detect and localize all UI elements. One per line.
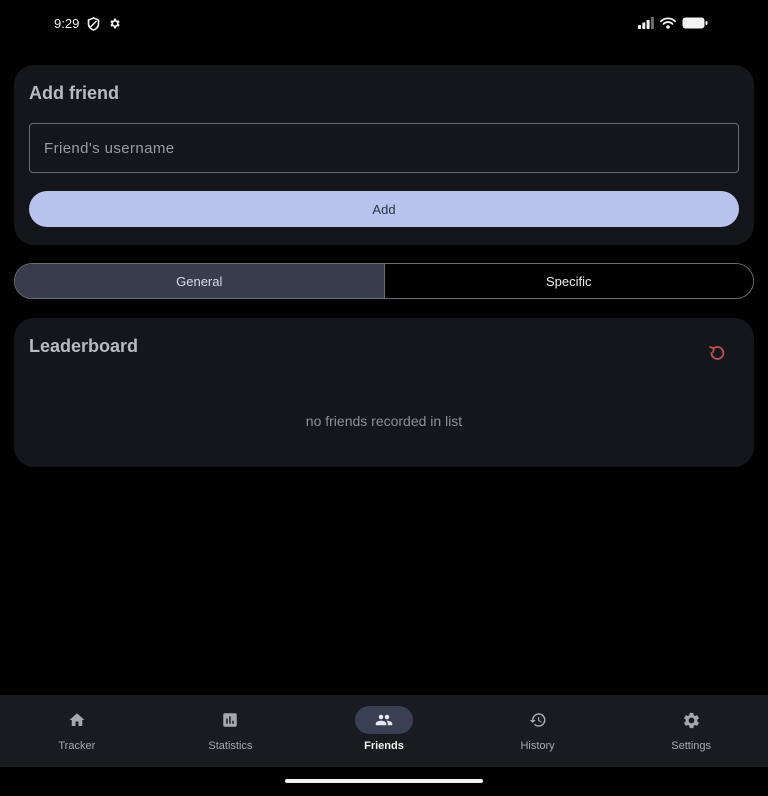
nav-label-history: History — [520, 740, 555, 752]
leaderboard-empty-message: no friends recorded in list — [305, 413, 463, 429]
segment-general[interactable]: General — [15, 264, 385, 298]
status-left: 9:29 — [54, 16, 121, 31]
nav-item-tracker[interactable]: Tracker — [0, 695, 154, 767]
bar-chart-icon — [201, 706, 259, 734]
people-icon — [354, 706, 413, 734]
add-friend-card: Add friend Add — [14, 65, 754, 245]
leaderboard-scope-toggle: General Specific — [14, 263, 754, 299]
friends-screen: 9:29 Add friend Friend's username Add Ge… — [0, 0, 768, 796]
status-time: 9:29 — [54, 16, 80, 31]
nav-item-friends[interactable]: Friends — [307, 695, 461, 767]
refresh-icon[interactable] — [706, 342, 728, 364]
segment-specific[interactable]: Specific — [384, 264, 753, 298]
status-bar: 9:29 — [0, 0, 768, 50]
leaderboard-card: Leaderboard no friends recorded in list — [14, 318, 754, 467]
nav-item-settings[interactable]: Settings — [614, 695, 768, 767]
friend-username-input[interactable] — [29, 123, 739, 173]
nav-item-statistics[interactable]: Statistics — [154, 695, 308, 767]
leaderboard-title: Leaderboard — [29, 336, 139, 356]
cellular-signal-icon — [638, 16, 654, 34]
add-friend-button[interactable]: Add — [29, 191, 739, 227]
nav-label-settings: Settings — [671, 740, 712, 752]
history-icon — [509, 706, 567, 734]
battery-icon — [682, 16, 708, 34]
home-indicator[interactable] — [285, 779, 483, 783]
nav-item-history[interactable]: History — [461, 695, 615, 767]
add-friend-title: Add friend — [29, 83, 119, 103]
bottom-navigation: Tracker Statistics Friends History Setti… — [0, 695, 768, 767]
nav-label-tracker: Tracker — [58, 740, 96, 752]
shield-icon — [87, 16, 100, 31]
nav-label-statistics: Statistics — [208, 740, 253, 752]
nav-label-friends: Friends — [364, 740, 404, 752]
wifi-icon — [660, 16, 676, 34]
gear-icon — [108, 17, 121, 30]
home-icon — [48, 706, 106, 734]
gear-icon — [662, 706, 720, 734]
status-right — [638, 16, 708, 34]
